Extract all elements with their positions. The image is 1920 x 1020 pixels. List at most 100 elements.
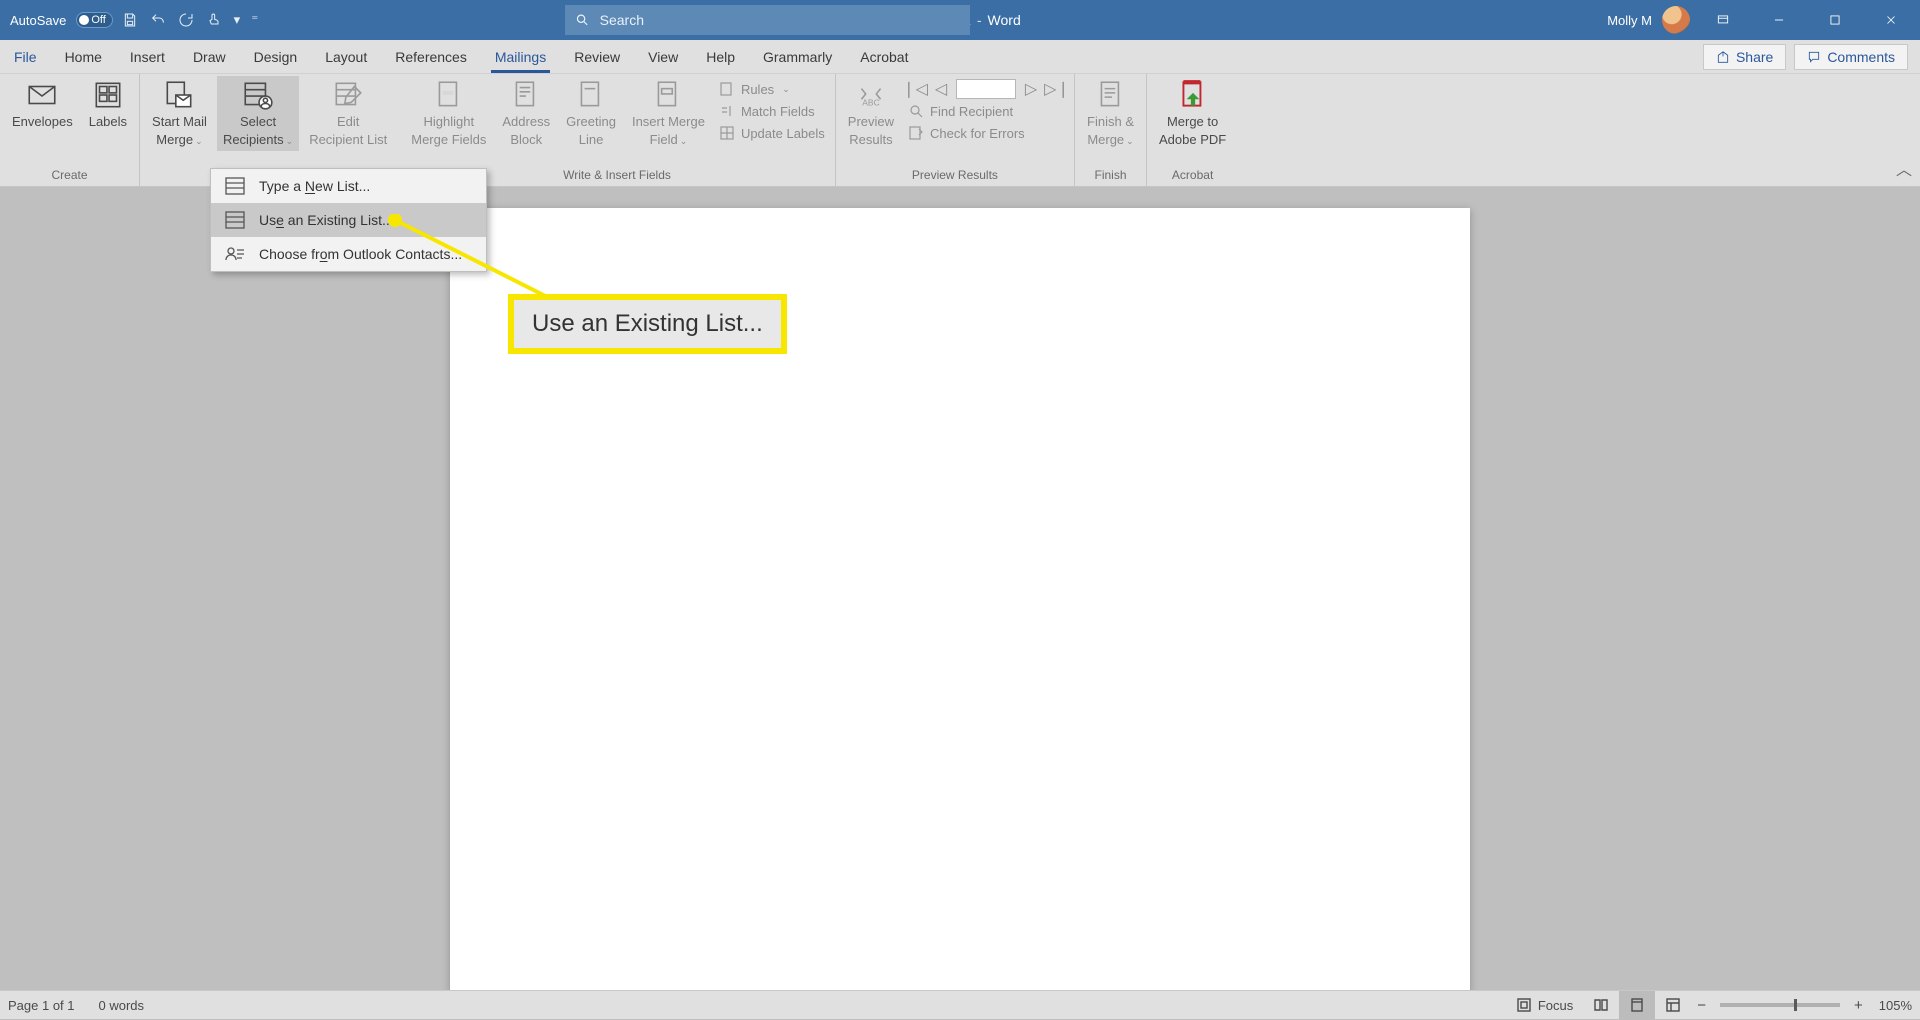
- ribbon-display-icon[interactable]: [1700, 0, 1746, 40]
- existing-list-icon: [225, 211, 245, 229]
- read-mode-button[interactable]: [1583, 991, 1619, 1020]
- edit-list-icon: [331, 78, 365, 112]
- highlight-merge-fields-button[interactable]: Highlight Merge Fields: [405, 76, 492, 151]
- web-layout-button[interactable]: [1655, 991, 1691, 1020]
- rules-button[interactable]: Rules⌄: [715, 79, 829, 99]
- group-acrobat: Merge to Adobe PDF Acrobat: [1147, 74, 1238, 186]
- select-recipients-menu: Type a New List... Use an Existing List.…: [210, 168, 487, 272]
- tab-file[interactable]: File: [0, 43, 51, 73]
- group-finish: Finish & Merge⌄ Finish: [1075, 74, 1147, 186]
- group-label-finish: Finish: [1081, 165, 1140, 186]
- tab-home[interactable]: Home: [51, 43, 116, 73]
- tab-grammarly[interactable]: Grammarly: [749, 43, 846, 73]
- search-icon: [575, 12, 590, 28]
- prev-record-icon[interactable]: ◁: [930, 79, 952, 99]
- start-mail-merge-button[interactable]: Start Mail Merge⌄: [146, 76, 213, 151]
- match-fields-button[interactable]: Match Fields: [715, 101, 829, 121]
- zoom-slider[interactable]: [1720, 1003, 1840, 1007]
- select-recipients-button[interactable]: Select Recipients⌄: [217, 76, 299, 151]
- menu-use-existing-list[interactable]: Use an Existing List...: [211, 203, 486, 237]
- tab-insert[interactable]: Insert: [116, 43, 179, 73]
- maximize-icon[interactable]: [1812, 0, 1858, 40]
- user-avatar[interactable]: [1662, 6, 1690, 34]
- greeting-line-button[interactable]: Greeting Line: [560, 76, 622, 151]
- save-icon[interactable]: [119, 9, 141, 31]
- touch-mode-icon[interactable]: [203, 9, 225, 31]
- group-preview-results: ABC Preview Results ❘◁ ◁ ▷ ▷❘ Find Recip…: [836, 74, 1075, 186]
- word-count[interactable]: 0 words: [99, 998, 145, 1013]
- highlight-icon: [432, 78, 466, 112]
- envelopes-button[interactable]: Envelopes: [6, 76, 79, 132]
- close-icon[interactable]: [1868, 0, 1914, 40]
- tab-design[interactable]: Design: [240, 43, 312, 73]
- insert-field-icon: [651, 78, 685, 112]
- preview-icon: ABC: [854, 78, 888, 112]
- print-layout-button[interactable]: [1619, 991, 1655, 1020]
- group-label-acrobat: Acrobat: [1153, 165, 1232, 186]
- outlook-contacts-icon: [225, 245, 245, 263]
- next-record-icon[interactable]: ▷: [1020, 79, 1042, 99]
- page-indicator[interactable]: Page 1 of 1: [8, 998, 75, 1013]
- last-record-icon[interactable]: ▷❘: [1046, 79, 1068, 99]
- undo-icon[interactable]: [147, 9, 169, 31]
- qat-dropdown-icon[interactable]: ▾: [231, 9, 243, 31]
- tab-layout[interactable]: Layout: [311, 43, 381, 73]
- comments-button[interactable]: Comments: [1794, 44, 1908, 70]
- share-button[interactable]: Share: [1703, 44, 1786, 70]
- tab-review[interactable]: Review: [560, 43, 634, 73]
- record-number-input[interactable]: [956, 79, 1016, 99]
- tab-help[interactable]: Help: [692, 43, 749, 73]
- menu-outlook-contacts[interactable]: Choose from Outlook Contacts...: [211, 237, 486, 271]
- check-icon: [908, 125, 924, 141]
- rules-icon: [719, 81, 735, 97]
- group-label-create: Create: [6, 165, 133, 186]
- address-block-button[interactable]: Address Block: [496, 76, 556, 151]
- edit-recipient-list-button[interactable]: Edit Recipient List: [303, 76, 393, 151]
- find-recipient-button[interactable]: Find Recipient: [904, 101, 1068, 121]
- zoom-out-button[interactable]: −: [1691, 997, 1712, 1014]
- zoom-in-button[interactable]: +: [1848, 997, 1869, 1014]
- title-right: Molly M: [1607, 0, 1920, 40]
- title-bar: AutoSave Off ▾ ⁼ Document2 - Word Molly …: [0, 0, 1920, 40]
- autosave-toggle[interactable]: Off: [76, 12, 112, 28]
- merge-to-pdf-button[interactable]: Merge to Adobe PDF: [1153, 76, 1232, 151]
- envelope-icon: [25, 78, 59, 112]
- autosave-label: AutoSave: [10, 13, 66, 28]
- redo-icon[interactable]: [175, 9, 197, 31]
- pdf-icon: [1176, 78, 1210, 112]
- select-recipients-icon: [241, 78, 275, 112]
- record-nav: ❘◁ ◁ ▷ ▷❘: [904, 79, 1068, 99]
- new-list-icon: [225, 177, 245, 195]
- tab-references[interactable]: References: [381, 43, 481, 73]
- zoom-level[interactable]: 105%: [1879, 998, 1912, 1013]
- status-bar: Page 1 of 1 0 words Focus − + 105%: [0, 990, 1920, 1019]
- menu-type-new-list[interactable]: Type a New List...: [211, 169, 486, 203]
- labels-button[interactable]: Labels: [83, 76, 133, 132]
- insert-merge-field-button[interactable]: Insert Merge Field⌄: [626, 76, 711, 151]
- focus-mode-button[interactable]: Focus: [1506, 991, 1583, 1020]
- title-separator: -: [977, 12, 982, 28]
- tab-draw[interactable]: Draw: [179, 43, 240, 73]
- tab-acrobat[interactable]: Acrobat: [846, 43, 922, 73]
- update-labels-button[interactable]: Update Labels: [715, 123, 829, 143]
- search-input[interactable]: [600, 12, 970, 28]
- address-icon: [509, 78, 543, 112]
- labels-icon: [91, 78, 125, 112]
- check-errors-button[interactable]: Check for Errors: [904, 123, 1068, 143]
- collapse-ribbon-icon[interactable]: ︿: [1896, 156, 1912, 180]
- match-icon: [719, 103, 735, 119]
- finish-merge-button[interactable]: Finish & Merge⌄: [1081, 76, 1140, 151]
- tab-mailings[interactable]: Mailings: [481, 43, 560, 73]
- tab-view[interactable]: View: [634, 43, 692, 73]
- group-label-preview: Preview Results: [842, 165, 1068, 186]
- document-area[interactable]: [0, 188, 1920, 990]
- quick-access-toolbar: AutoSave Off ▾ ⁼: [0, 9, 271, 31]
- first-record-icon[interactable]: ❘◁: [904, 79, 926, 99]
- finish-icon: [1094, 78, 1128, 112]
- search-box[interactable]: [565, 5, 970, 35]
- qat-customize-icon[interactable]: ⁼: [249, 9, 261, 31]
- svg-text:ABC: ABC: [862, 98, 879, 108]
- callout: Use an Existing List...: [508, 294, 787, 354]
- preview-results-button[interactable]: ABC Preview Results: [842, 76, 900, 151]
- minimize-icon[interactable]: [1756, 0, 1802, 40]
